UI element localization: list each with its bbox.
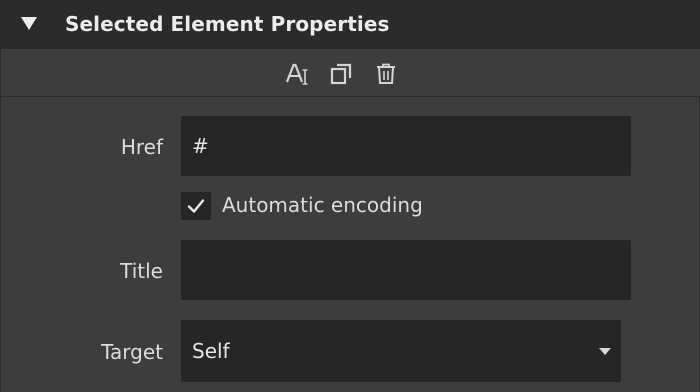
trash-icon[interactable] [373,61,399,87]
target-select[interactable]: Self [181,320,621,382]
panel-title: Selected Element Properties [65,12,390,36]
target-label: Target [101,340,163,364]
title-label: Title [120,259,163,283]
checkmark-icon [187,199,205,213]
text-format-icon[interactable] [285,61,311,87]
href-label: Href [120,135,163,159]
duplicate-icon[interactable] [329,61,355,87]
element-toolbar [1,49,700,97]
automatic-encoding-label: Automatic encoding [222,193,423,217]
panel-header[interactable]: Selected Element Properties [1,0,700,49]
title-input[interactable] [181,240,631,300]
href-input[interactable] [181,116,631,176]
properties-panel: Selected Element Properties Href # Autom… [0,0,700,392]
chevron-down-icon[interactable] [599,348,611,355]
collapse-triangle-icon[interactable] [21,17,37,30]
automatic-encoding-checkbox[interactable] [181,192,211,220]
target-select-value: Self [192,339,230,363]
